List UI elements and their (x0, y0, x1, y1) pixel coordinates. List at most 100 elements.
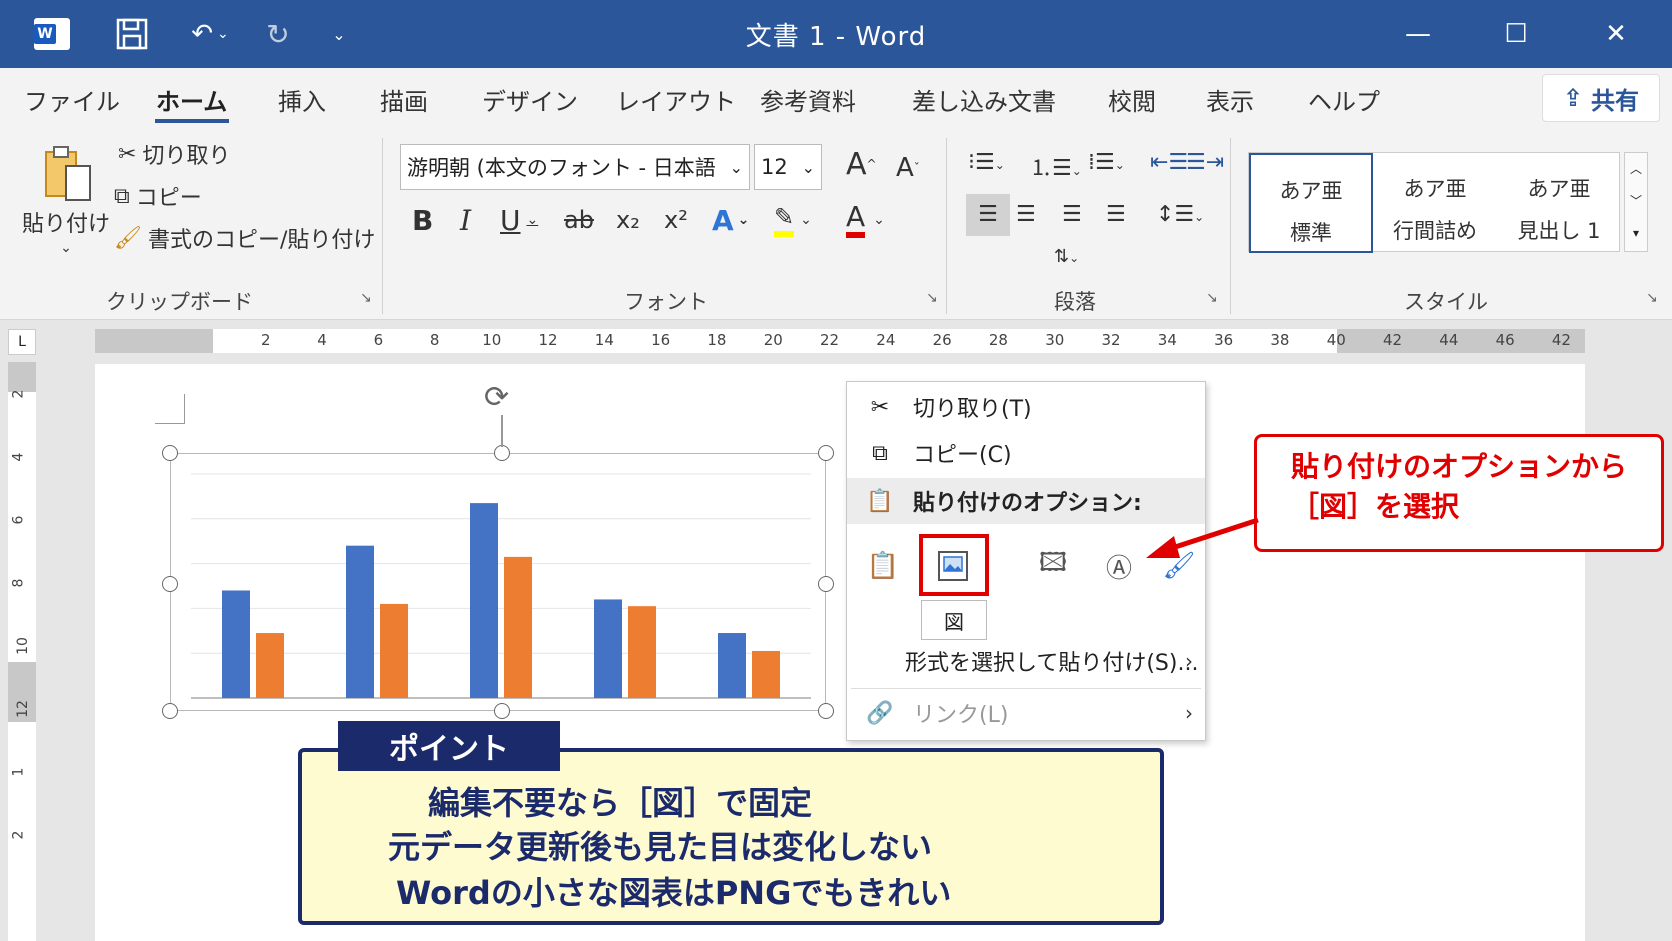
ruler-tick: 42 (1383, 331, 1403, 349)
resize-handle[interactable] (494, 445, 510, 461)
cut-button[interactable]: ✂ 切り取り (118, 138, 230, 170)
line-spacing-icon[interactable]: ↕☰⌄ (1156, 202, 1204, 227)
instruction-callout: 貼り付けのオプションから ［図］を選択 (1254, 434, 1664, 552)
menu-item-paste-special[interactable]: 形式を選択して貼り付け(S)... › (847, 638, 1205, 684)
chart-object[interactable] (170, 453, 826, 711)
clipboard-launcher-icon[interactable]: ↘ (360, 290, 372, 306)
font-color-button[interactable]: A ⌄ (846, 200, 885, 240)
tab-home[interactable]: ホーム (156, 82, 227, 117)
chart-bar-series-2-2 (380, 603, 408, 698)
share-button[interactable]: ⇪ 共有 (1542, 74, 1660, 122)
ruler-area: L 2 4 6 8 10 12 14 16 18 20 22 24 26 28 30 32 34 36 38 40 42… (0, 321, 1672, 359)
bullets-icon[interactable]: ⁝☰⌄ (968, 150, 1005, 175)
tab-help[interactable]: ヘルプ (1308, 82, 1380, 117)
chart-bar-series-2-4 (628, 606, 656, 698)
paste-button[interactable]: 貼り付け ⌄ (22, 144, 110, 256)
maximize-button[interactable]: ☐ (1486, 10, 1546, 58)
tab-review[interactable]: 校閲 (1108, 82, 1156, 117)
sort-icon[interactable]: ⇅⌄ (1054, 246, 1079, 267)
ruler-tick: 12 (14, 700, 31, 718)
align-right-icon[interactable]: ☰ (1062, 202, 1082, 227)
paste-keep-source-icon[interactable]: 📋 (857, 540, 909, 592)
paste-embed-icon[interactable]: 🖾 (1027, 540, 1079, 592)
resize-handle[interactable] (818, 576, 834, 592)
resize-handle[interactable] (494, 703, 510, 719)
strikethrough-button[interactable]: ab (564, 200, 594, 240)
justify-icon[interactable]: ☰ (1106, 202, 1126, 227)
tab-selector[interactable]: L (8, 329, 36, 355)
menu-item-copy[interactable]: ⧉ コピー(C) (847, 430, 1205, 476)
divider (1230, 138, 1231, 314)
close-button[interactable]: ✕ (1586, 10, 1646, 58)
ruler-tick: 2 (10, 389, 27, 399)
copy-button[interactable]: ⧉ コピー (114, 180, 202, 212)
paragraph-launcher-icon[interactable]: ↘ (1206, 290, 1218, 306)
italic-button[interactable]: I (460, 200, 471, 240)
style-normal[interactable]: あア亜 標準 (1249, 153, 1373, 253)
vertical-ruler[interactable]: 2 4 6 8 10 12 1 2 (8, 362, 36, 941)
tab-view[interactable]: 表示 (1206, 82, 1254, 117)
decrease-indent-icon[interactable]: ⇤☰ (1150, 150, 1188, 175)
highlight-button[interactable]: ✎ ⌄ (774, 200, 812, 240)
resize-handle[interactable] (818, 445, 834, 461)
ruler-tick: 4 (10, 452, 27, 462)
increase-indent-icon[interactable]: ☰⇥ (1186, 150, 1224, 175)
resize-handle[interactable] (818, 703, 834, 719)
point-line: 元データ更新後も見た目は変化しない (388, 828, 933, 866)
minimize-button[interactable]: — (1388, 10, 1448, 58)
resize-handle[interactable] (162, 445, 178, 461)
shrink-font-button[interactable]: Aˇ (896, 148, 920, 188)
numbering-icon[interactable]: ⒈☰⌄ (1030, 150, 1082, 182)
bold-button[interactable]: B (412, 200, 433, 240)
ruler-tick: 24 (876, 331, 896, 349)
styles-scroll[interactable]: ︿ ﹀ ▾ (1624, 152, 1648, 252)
tab-layout[interactable]: レイアウト (616, 82, 736, 117)
copy-icon: ⧉ (114, 183, 130, 209)
ruler-tick: 42 (1551, 331, 1571, 349)
tab-insert[interactable]: 挿入 (278, 82, 326, 117)
tab-design[interactable]: デザイン (482, 82, 578, 117)
paste-text-only-icon[interactable]: Ⓐ (1093, 540, 1145, 592)
divider (382, 138, 383, 314)
tab-mailings[interactable]: 差し込み文書 (912, 82, 1056, 117)
ruler-tick: 18 (707, 331, 727, 349)
copy-icon: ⧉ (872, 440, 888, 466)
style-heading-1[interactable]: あア亜 見出し 1 (1497, 153, 1621, 253)
rotate-stem (501, 415, 503, 447)
chevron-right-icon: › (1185, 701, 1193, 725)
menu-item-link[interactable]: 🔗 リンク(L) › (847, 690, 1205, 736)
ruler-tick: 8 (429, 331, 440, 349)
underline-button[interactable]: U ⌄ (500, 200, 538, 240)
text-effects-button[interactable]: A ⌄ (712, 200, 749, 240)
rotate-icon[interactable]: ⟳ (484, 380, 509, 415)
clipboard-icon (45, 146, 91, 201)
font-launcher-icon[interactable]: ↘ (926, 290, 938, 306)
styles-launcher-icon[interactable]: ↘ (1646, 290, 1658, 306)
tooltip-picture: 図 (921, 600, 987, 640)
superscript-button[interactable]: x² (664, 200, 688, 240)
font-size-combo[interactable]: 12 ⌄ (754, 144, 822, 190)
align-left-icon[interactable]: ☰ (966, 194, 1010, 236)
group-label-styles: スタイル (1404, 290, 1488, 314)
group-label-clipboard: クリップボード (106, 290, 253, 314)
multilevel-list-icon[interactable]: ⁞☰⌄ (1088, 150, 1125, 175)
scissors-icon: ✂ (870, 394, 890, 420)
resize-handle[interactable] (162, 576, 178, 592)
ruler-tick: 6 (373, 331, 384, 349)
style-no-spacing[interactable]: あア亜 行間詰め (1373, 153, 1497, 253)
tab-references[interactable]: 参考資料 (760, 82, 856, 117)
font-name-combo[interactable]: 游明朝 (本文のフォント - 日本語 ⌄ (400, 144, 750, 190)
tab-draw[interactable]: 描画 (380, 82, 428, 117)
ruler-tick: 30 (1045, 331, 1065, 349)
horizontal-ruler[interactable]: 2 4 6 8 10 12 14 16 18 20 22 24 26 28 30 32 34 36 38 40 42 44… (95, 329, 1585, 353)
ruler-tick: 8 (10, 578, 27, 588)
link-icon: 🔗 (866, 700, 894, 726)
subscript-button[interactable]: x₂ (616, 200, 640, 240)
grow-font-button[interactable]: A ^ (846, 144, 877, 184)
format-painter-button[interactable]: 🖌 書式のコピー/貼り付け (114, 222, 375, 254)
tab-file[interactable]: ファイル (24, 82, 120, 117)
align-center-icon[interactable]: ☰ (1016, 202, 1036, 227)
ruler-tick: 46 (1495, 331, 1515, 349)
resize-handle[interactable] (162, 703, 178, 719)
menu-item-cut[interactable]: ✂ 切り取り(T) (847, 384, 1205, 430)
